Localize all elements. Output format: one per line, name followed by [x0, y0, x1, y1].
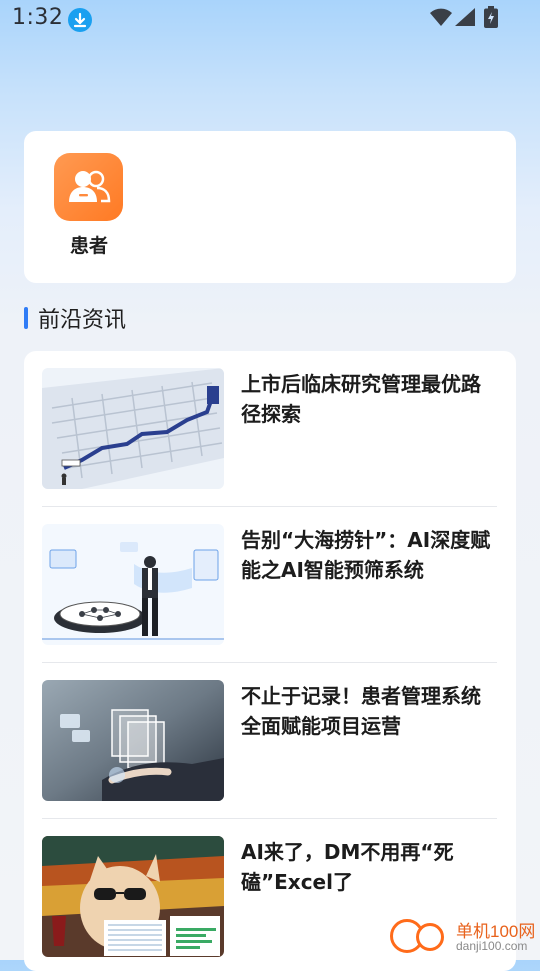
wifi-icon [430, 8, 452, 30]
section-accent-bar [24, 307, 28, 329]
news-item[interactable]: 上市后临床研究管理最优路径探索 [42, 351, 497, 507]
status-bar: 1:32 [0, 0, 540, 38]
news-item[interactable]: 不止于记录！患者管理系统全面赋能项目运营 [42, 663, 497, 819]
battery-icon [484, 6, 498, 32]
news-thumbnail-maze [42, 368, 224, 489]
section-title: 前沿资讯 [38, 308, 127, 333]
news-title: 不止于记录！患者管理系统全面赋能项目运营 [241, 684, 481, 738]
patient-icon [54, 153, 123, 221]
news-title: 上市后临床研究管理最优路径探索 [241, 372, 481, 426]
site-watermark: 单机100网 danji100.com [388, 915, 538, 959]
news-title: AI来了，DM不用再“死磕”Excel了 [241, 840, 454, 894]
status-time: 1:32 [12, 5, 64, 30]
news-title: 告别“大海捞针”：AI深度赋能之AI智能预筛系统 [241, 528, 491, 582]
patient-label: 患者 [69, 235, 108, 257]
signal-icon [455, 8, 475, 30]
news-thumbnail-documents [42, 680, 224, 801]
watermark-logo-ring-icon [416, 923, 444, 951]
news-item[interactable]: 告别“大海捞针”：AI深度赋能之AI智能预筛系统 [42, 507, 497, 663]
download-icon [68, 8, 92, 32]
news-thumbnail-cat [42, 836, 224, 957]
section-header: 前沿资讯 [24, 304, 127, 333]
patient-shortcut[interactable]: 患者 [54, 153, 124, 258]
watermark-url: danji100.com [456, 939, 528, 953]
news-list: 上市后临床研究管理最优路径探索 告别“大海捞针”：AI深度赋能之AI智能预筛系统… [24, 351, 516, 971]
quick-access-card: 患者 [24, 131, 516, 283]
news-thumbnail-businessman [42, 524, 224, 645]
